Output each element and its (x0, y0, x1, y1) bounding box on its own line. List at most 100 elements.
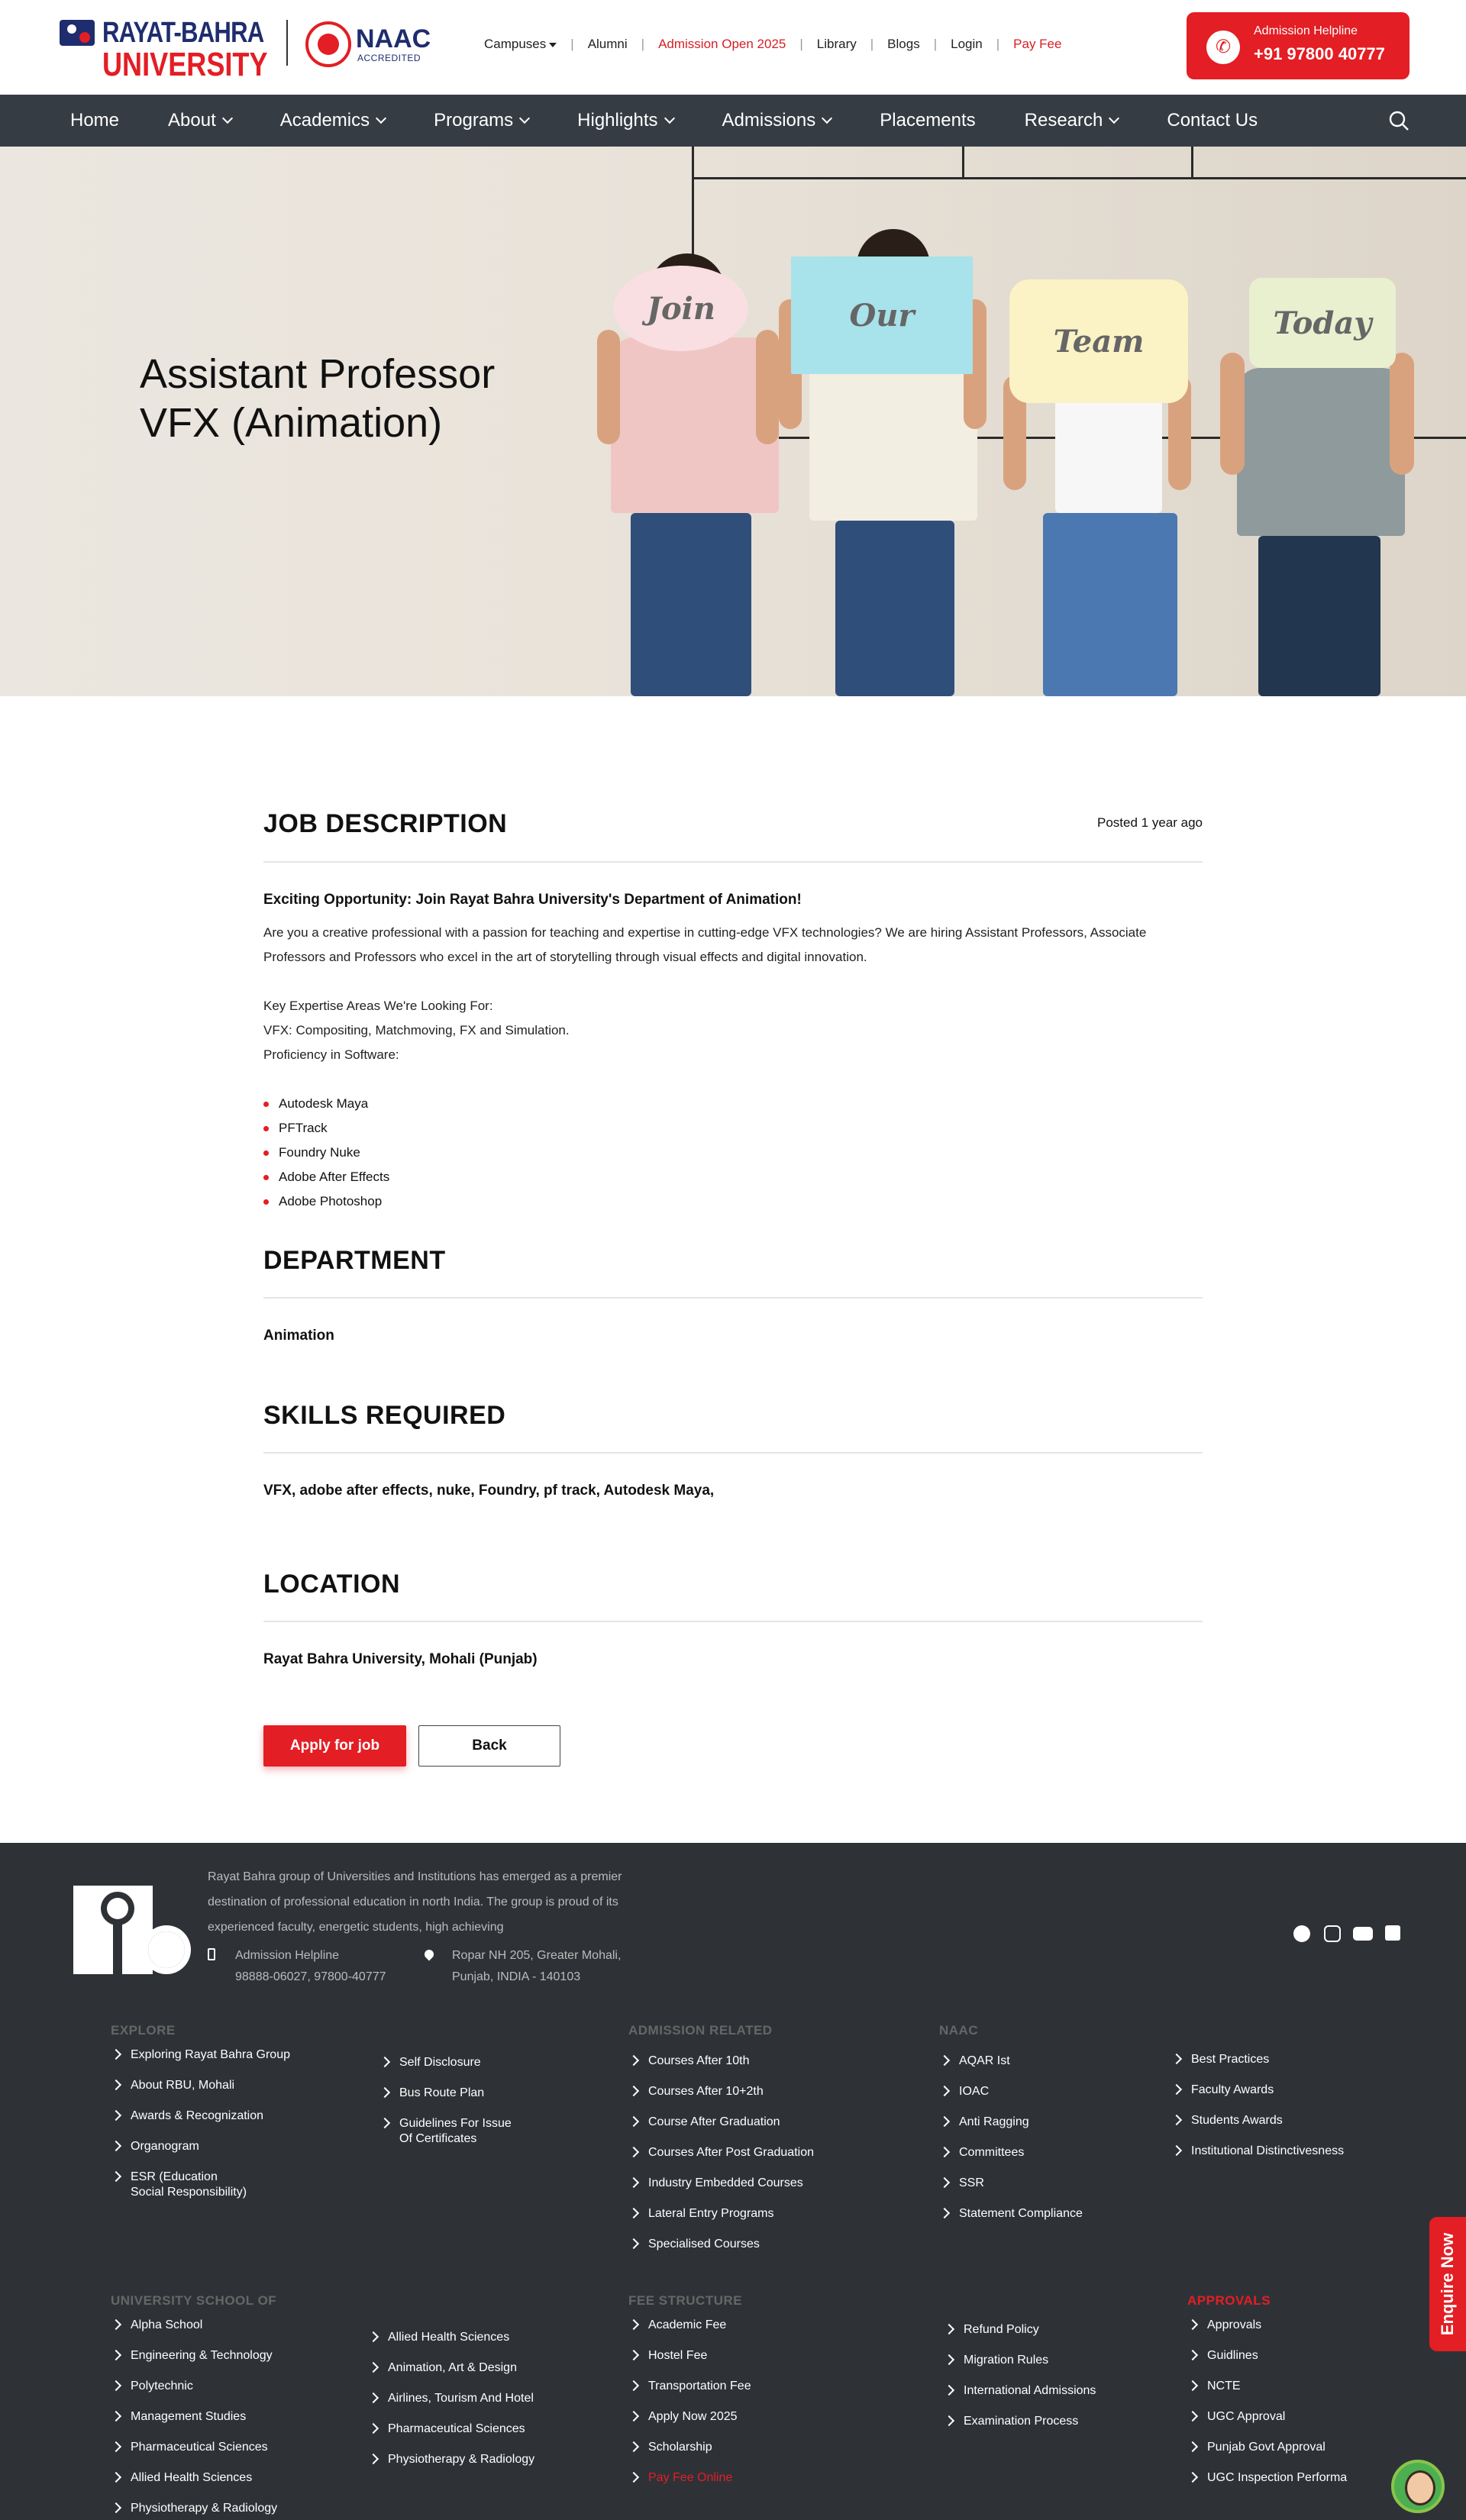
footer-link[interactable]: Courses After 10+2th (628, 2084, 814, 2099)
footer-link[interactable]: Airlines, Tourism And Hotel (368, 2391, 534, 2406)
nav-placements[interactable]: Placements (855, 110, 999, 131)
top-link-login[interactable]: Login (943, 37, 990, 52)
nav-programs[interactable]: Programs (409, 110, 553, 131)
footer-link[interactable]: Committees (939, 2145, 1083, 2160)
footer-approvals: APPROVALS Approvals Guidlines NCTE UGC A… (1187, 2293, 1347, 2501)
footer-link[interactable]: Institutional Distinctivesness (1171, 2144, 1344, 2159)
top-link-library[interactable]: Library (809, 37, 864, 52)
footer-link[interactable]: Statement Compliance (939, 2206, 1083, 2222)
logo-mark-icon (60, 20, 95, 46)
nav-home[interactable]: Home (46, 110, 144, 131)
university-logo[interactable]: RAYAT-BAHRA UNIVERSITY (60, 17, 268, 83)
footer-school-2: Allied Health Sciences Animation, Art & … (368, 2330, 534, 2483)
footer-link[interactable]: Physiotherapy & Radiology (368, 2452, 534, 2467)
footer-link[interactable]: AQAR Ist (939, 2054, 1083, 2069)
top-links: Campuses | Alumni | Admission Open 2025 … (476, 37, 1069, 52)
nav-highlights[interactable]: Highlights (553, 110, 697, 131)
naac-badge: NAAC ACCREDITED (305, 21, 435, 70)
chat-assistant-icon[interactable] (1391, 2460, 1445, 2513)
location-heading: LOCATION (263, 1570, 401, 1599)
footer-link[interactable]: Awards & Recognization (111, 2109, 290, 2124)
footer-link[interactable]: Guidlines (1187, 2348, 1347, 2364)
top-link-campuses[interactable]: Campuses (476, 37, 564, 52)
footer-link[interactable]: Students Awards (1171, 2113, 1344, 2128)
footer-link[interactable]: About RBU, Mohali (111, 2078, 290, 2093)
footer-link[interactable]: Animation, Art & Design (368, 2360, 534, 2376)
chevron-down-icon (822, 112, 833, 124)
footer-link[interactable]: Self Disclosure (379, 2055, 512, 2070)
nav-about[interactable]: About (144, 110, 256, 131)
nav-research[interactable]: Research (1000, 110, 1143, 131)
top-link-alumni[interactable]: Alumni (580, 37, 635, 52)
footer-link[interactable]: Specialised Courses (628, 2237, 814, 2252)
footer-link-pay-fee-online[interactable]: Pay Fee Online (628, 2470, 751, 2486)
footer-link[interactable]: Refund Policy (944, 2322, 1096, 2338)
top-link-pay-fee[interactable]: Pay Fee (1006, 37, 1069, 52)
person-arm (1390, 353, 1414, 475)
footer-link[interactable]: International Admissions (944, 2383, 1096, 2399)
nav-contact-us[interactable]: Contact Us (1142, 110, 1282, 131)
footer-link[interactable]: Anti Ragging (939, 2115, 1083, 2130)
footer-link[interactable]: Course After Graduation (628, 2115, 814, 2130)
footer-link[interactable]: Transportation Fee (628, 2379, 751, 2394)
linkedin-icon[interactable] (1385, 1925, 1400, 1941)
footer-link[interactable]: Management Studies (111, 2409, 277, 2425)
footer-link[interactable]: Exploring Rayat Bahra Group (111, 2047, 290, 2063)
footer-link[interactable]: SSR (939, 2176, 1083, 2191)
footer-link[interactable]: Academic Fee (628, 2318, 751, 2333)
footer-link[interactable]: Best Practices (1171, 2052, 1344, 2067)
facebook-icon[interactable] (1293, 1925, 1310, 1942)
footer-link[interactable]: Courses After 10th (628, 2054, 814, 2069)
footer-link[interactable]: NCTE (1187, 2379, 1347, 2394)
footer-link[interactable]: Courses After Post Graduation (628, 2145, 814, 2160)
search-icon[interactable] (1388, 110, 1409, 131)
footer-link[interactable]: Punjab Govt Approval (1187, 2440, 1347, 2455)
footer-link[interactable]: Industry Embedded Courses (628, 2176, 814, 2191)
chevron-down-icon (664, 112, 675, 124)
footer-link[interactable]: Bus Route Plan (379, 2086, 512, 2101)
footer-link[interactable]: Allied Health Sciences (368, 2330, 534, 2345)
enquire-now-button[interactable]: Enquire Now (1429, 2217, 1466, 2351)
footer-heading: EXPLORE (111, 2023, 176, 2038)
caret-down-icon (549, 42, 557, 47)
footer-link[interactable]: Alpha School (111, 2318, 277, 2333)
top-header: RAYAT-BAHRA UNIVERSITY NAAC ACCREDITED C… (0, 0, 1466, 95)
top-link-admission-open[interactable]: Admission Open 2025 (651, 37, 793, 52)
footer-link[interactable]: Organogram (111, 2139, 290, 2154)
department-value: Animation (263, 1328, 334, 1344)
footer-link[interactable]: Lateral Entry Programs (628, 2206, 814, 2222)
nav-academics[interactable]: Academics (256, 110, 409, 131)
footer-link[interactable]: Engineering & Technology (111, 2348, 277, 2364)
footer-link[interactable]: Pharmaceutical Sciences (111, 2440, 277, 2455)
footer-link[interactable]: Migration Rules (944, 2353, 1096, 2368)
footer-link[interactable]: Polytechnic (111, 2379, 277, 2394)
separator: | (641, 37, 645, 51)
person-arm (597, 330, 620, 444)
back-button[interactable]: Back (418, 1725, 560, 1767)
footer-link[interactable]: Scholarship (628, 2440, 751, 2455)
footer-link[interactable]: Pharmaceutical Sciences (368, 2422, 534, 2437)
address-line2: Punjab, INDIA - 140103 (452, 1970, 581, 1983)
footer-link[interactable]: ESR (Education Social Responsibility) (111, 2170, 290, 2200)
footer-link[interactable]: Examination Process (944, 2414, 1096, 2429)
footer-link[interactable]: Hostel Fee (628, 2348, 751, 2364)
apply-for-job-button[interactable]: Apply for job (263, 1725, 406, 1767)
footer-link[interactable]: UGC Inspection Performa (1187, 2470, 1347, 2486)
admission-helpline-button[interactable]: ✆ Admission Helpline +91 97800 40777 (1187, 12, 1409, 79)
separator: | (933, 37, 938, 51)
top-link-blogs[interactable]: Blogs (880, 37, 928, 52)
nav-admissions[interactable]: Admissions (698, 110, 856, 131)
footer-link[interactable]: Guidelines For Issue Of Certificates (379, 2116, 512, 2147)
footer-link[interactable]: Apply Now 2025 (628, 2409, 751, 2425)
footer-link[interactable]: Allied Health Sciences (111, 2470, 277, 2486)
youtube-icon[interactable] (1353, 1927, 1373, 1941)
instagram-icon[interactable] (1324, 1925, 1341, 1942)
footer-link[interactable]: Approvals (1187, 2318, 1347, 2333)
hero-title-line2: VFX (Animation) (140, 400, 443, 446)
footer-link[interactable]: UGC Approval (1187, 2409, 1347, 2425)
footer-logo-icon[interactable] (73, 1886, 192, 1974)
footer-link[interactable]: Physiotherapy & Radiology (111, 2501, 277, 2516)
footer-link[interactable]: IOAC (939, 2084, 1083, 2099)
footer-helpline-numbers[interactable]: 98888-06027, 97800-40777 (235, 1967, 386, 1988)
footer-link[interactable]: Faculty Awards (1171, 2083, 1344, 2098)
